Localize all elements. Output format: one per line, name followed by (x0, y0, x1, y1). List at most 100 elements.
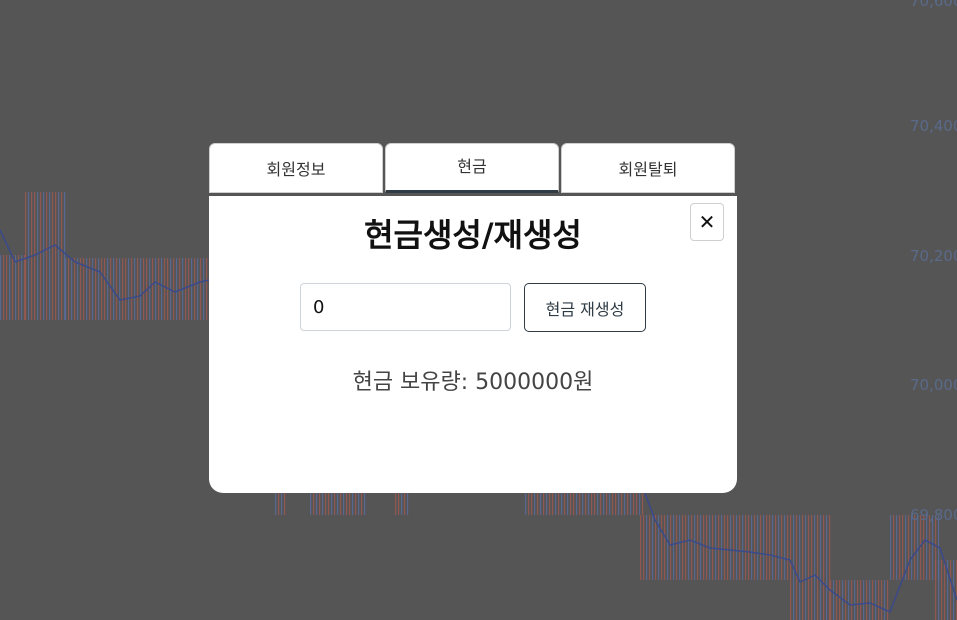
background-bar (322, 490, 324, 515)
background-bar (337, 490, 339, 515)
background-bar (161, 258, 163, 320)
modal-tabs: 회원정보 현금 회원탈퇴 (209, 143, 737, 195)
background-bar (811, 515, 813, 620)
background-bar (938, 560, 940, 620)
background-bar (808, 515, 810, 620)
tab-label: 회원정보 (266, 160, 326, 179)
background-bar (534, 490, 536, 515)
background-bar (902, 515, 904, 580)
tab-withdraw-membership[interactable]: 회원탈퇴 (561, 143, 735, 193)
background-bar (134, 258, 136, 320)
background-bar (932, 515, 934, 580)
background-bar (640, 515, 642, 580)
background-bar (685, 515, 687, 580)
tab-member-info[interactable]: 회원정보 (209, 143, 383, 193)
background-bar (887, 580, 889, 620)
background-bar (944, 560, 946, 620)
tab-label: 회원탈퇴 (618, 160, 678, 179)
modal-title: 현금생성/재생성 (364, 216, 582, 254)
regenerate-cash-button[interactable]: 현금 재생성 (524, 283, 646, 332)
background-bar (585, 490, 587, 515)
tab-cash[interactable]: 현금 (385, 143, 559, 193)
background-bar (40, 192, 42, 320)
background-bar (555, 490, 557, 515)
background-bar (636, 490, 638, 515)
background-bar (125, 258, 127, 320)
background-bar (823, 515, 825, 620)
y-axis-label: 70,200 (910, 247, 957, 265)
background-bar (61, 192, 63, 320)
background-bar (340, 490, 342, 515)
background-bar (679, 515, 681, 580)
cash-balance-text: 현금 보유량: 5000000원 (352, 370, 594, 395)
background-bar (319, 490, 321, 515)
background-bar (101, 258, 103, 320)
background-bar (313, 490, 315, 515)
background-bar (643, 515, 645, 580)
background-bar (621, 490, 623, 515)
background-bar (334, 490, 336, 515)
background-bar (567, 490, 569, 515)
background-bar (546, 490, 548, 515)
background-bar (866, 580, 868, 620)
background-bar (361, 490, 363, 515)
background-bar (570, 490, 572, 515)
background-bar (884, 580, 886, 620)
background-bar (627, 490, 629, 515)
background-bar (848, 580, 850, 620)
background-bar (839, 580, 841, 620)
background-bar (74, 258, 76, 320)
background-bar (149, 258, 151, 320)
background-bar (561, 490, 563, 515)
background-bar (609, 490, 611, 515)
background-bar (591, 490, 593, 515)
background-bar (790, 515, 792, 620)
background-bar (552, 490, 554, 515)
background-bar (275, 490, 277, 515)
background-bar (131, 258, 133, 320)
background-bar (140, 258, 142, 320)
background-bar (781, 515, 783, 580)
background-bar (549, 490, 551, 515)
background-bar (203, 258, 205, 320)
background-bar (769, 515, 771, 580)
cash-amount-input[interactable] (300, 283, 511, 331)
background-bar (688, 515, 690, 580)
background-bar (528, 490, 530, 515)
background-bar (600, 490, 602, 515)
background-bar (730, 515, 732, 580)
background-bar (281, 490, 283, 515)
background-bar (92, 258, 94, 320)
background-bar (751, 515, 753, 580)
background-bar (624, 490, 626, 515)
background-bar (346, 490, 348, 515)
background-bar (358, 490, 360, 515)
background-bar (799, 515, 801, 620)
background-bar (278, 490, 280, 515)
background-bar (25, 192, 27, 320)
background-bar (929, 515, 931, 580)
background-bar (46, 192, 48, 320)
background-bar (83, 258, 85, 320)
background-bar (814, 515, 816, 620)
background-bar (772, 515, 774, 580)
background-bar (98, 258, 100, 320)
background-bar (742, 515, 744, 580)
background-bar (748, 515, 750, 580)
background-bar (128, 258, 130, 320)
background-bar (733, 515, 735, 580)
background-bar (784, 515, 786, 580)
background-bar (718, 515, 720, 580)
background-bar (875, 580, 877, 620)
background-bar (343, 490, 345, 515)
background-bar (68, 258, 70, 320)
background-bar (588, 490, 590, 515)
background-bar (642, 490, 644, 515)
background-bar (573, 490, 575, 515)
background-bar (664, 515, 666, 580)
background-bar (715, 515, 717, 580)
background-bar (355, 490, 357, 515)
background-bar (757, 515, 759, 580)
background-bar (55, 192, 57, 320)
background-bar (107, 258, 109, 320)
